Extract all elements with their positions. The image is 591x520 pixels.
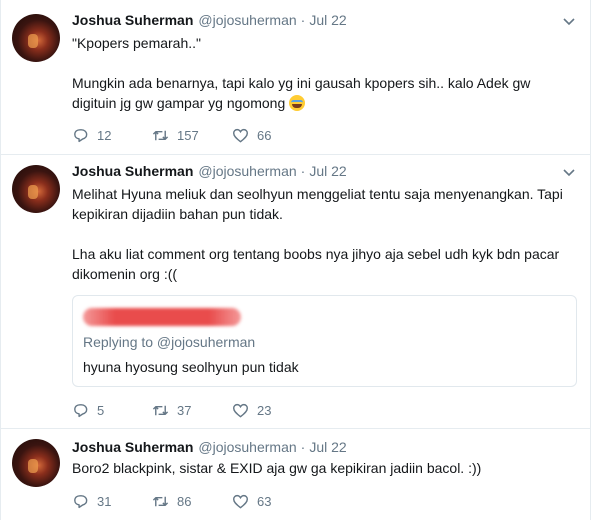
quoted-tweet-text: hyuna hyosung seolhyun pun tidak [83, 359, 299, 375]
tweet-paragraph: Lha aku liat comment org tentang boobs n… [72, 246, 560, 282]
retweet-button[interactable]: 157 [152, 127, 232, 144]
tweet-paragraph: Boro2 blackpink, sistar & EXID aja gw ga… [72, 460, 482, 476]
retweet-count: 86 [177, 493, 192, 509]
heart-icon [232, 128, 249, 143]
tweet[interactable]: Joshua Suherman @jojosuherman · Jul 22 M… [1, 155, 590, 429]
like-count: 66 [257, 127, 272, 143]
avatar[interactable] [12, 165, 60, 213]
author-name[interactable]: Joshua Suherman [72, 163, 193, 179]
like-count: 23 [257, 402, 272, 418]
reply-button[interactable]: 5 [72, 402, 152, 419]
tweet-feed: Joshua Suherman @jojosuherman · Jul 22 "… [0, 0, 591, 520]
timestamp[interactable]: Jul 22 [309, 12, 346, 28]
timestamp[interactable]: Jul 22 [309, 439, 346, 455]
reply-icon [74, 128, 88, 142]
separator-dot: · [300, 439, 306, 455]
tweet-text: Boro2 blackpink, sistar & EXID aja gw ga… [72, 458, 577, 478]
replying-to-label: Replying to @jojosuherman [83, 334, 256, 350]
tweet-paragraph: Mungkin ada benarnya, tapi kalo yg ini g… [72, 73, 577, 113]
separator-dot: · [300, 163, 306, 179]
tweet-actions: 5 37 23 [72, 400, 312, 420]
reply-icon [74, 494, 88, 508]
reply-icon [74, 403, 88, 417]
author-name[interactable]: Joshua Suherman [72, 439, 193, 455]
author-name[interactable]: Joshua Suherman [72, 12, 193, 28]
author-handle[interactable]: @jojosuherman [198, 12, 296, 28]
tweet-header: Joshua Suherman @jojosuherman · Jul 22 [72, 438, 347, 456]
timestamp[interactable]: Jul 22 [309, 163, 346, 179]
tweet-actions: 31 86 63 [72, 491, 312, 511]
chevron-down-icon[interactable] [562, 165, 576, 179]
retweet-button[interactable]: 37 [152, 402, 232, 419]
chevron-down-icon[interactable] [562, 14, 576, 28]
author-handle[interactable]: @jojosuherman [198, 163, 296, 179]
like-count: 63 [257, 493, 272, 509]
retweet-icon [152, 405, 169, 415]
reply-count: 31 [97, 493, 112, 509]
like-button[interactable]: 66 [232, 127, 312, 144]
tweet-actions: 12 157 66 [72, 125, 312, 145]
reply-button[interactable]: 12 [72, 127, 152, 144]
retweet-button[interactable]: 86 [152, 493, 232, 510]
tweet-paragraph: Melihat Hyuna meliuk dan seolhyun mengge… [72, 186, 563, 222]
retweet-count: 157 [177, 127, 199, 143]
tweet-paragraph: "Kpopers pemarah.." [72, 35, 202, 51]
heart-icon [232, 494, 249, 509]
avatar[interactable] [12, 439, 60, 487]
reply-count: 12 [97, 127, 112, 143]
reply-button[interactable]: 31 [72, 493, 152, 510]
like-button[interactable]: 23 [232, 402, 312, 419]
tweet-text: Melihat Hyuna meliuk dan seolhyun mengge… [72, 184, 577, 284]
quoted-tweet[interactable]: Replying to @jojosuherman hyuna hyosung … [72, 295, 577, 387]
avatar[interactable] [12, 14, 60, 62]
tweet[interactable]: Joshua Suherman @jojosuherman · Jul 22 B… [1, 429, 590, 520]
redacted-author [83, 308, 241, 326]
tweet-header: Joshua Suherman @jojosuherman · Jul 22 [72, 11, 347, 29]
heart-icon [232, 403, 249, 418]
tweet-text: "Kpopers pemarah.." Mungkin ada benarnya… [72, 33, 577, 113]
retweet-count: 37 [177, 402, 192, 418]
retweet-icon [152, 130, 169, 140]
retweet-icon [152, 496, 169, 506]
tweet[interactable]: Joshua Suherman @jojosuherman · Jul 22 "… [1, 0, 590, 155]
like-button[interactable]: 63 [232, 493, 312, 510]
author-handle[interactable]: @jojosuherman [198, 439, 296, 455]
reply-count: 5 [97, 402, 105, 418]
face-with-tears-of-joy-icon [289, 95, 306, 111]
separator-dot: · [300, 12, 306, 28]
tweet-header: Joshua Suherman @jojosuherman · Jul 22 [72, 162, 347, 180]
